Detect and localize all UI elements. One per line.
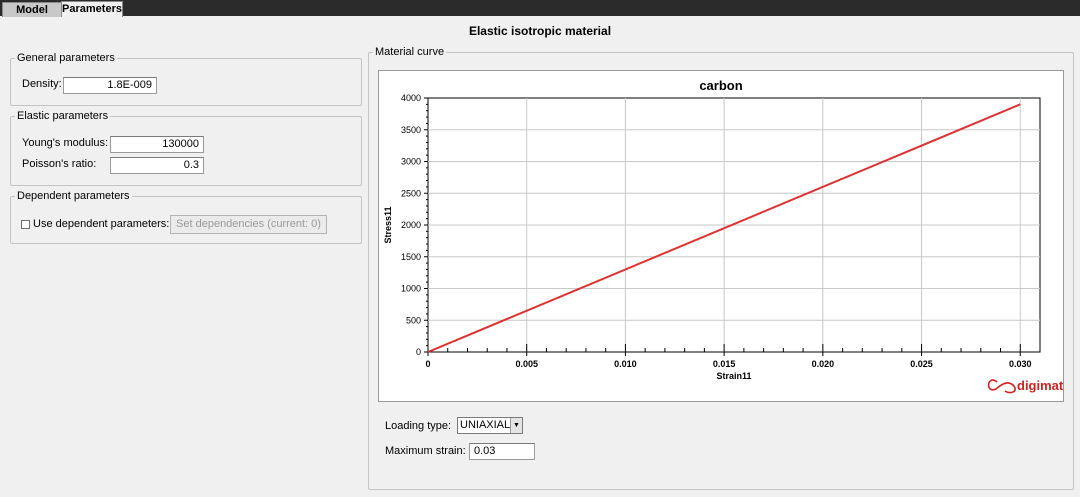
chevron-down-icon[interactable]: ▼ [510, 418, 522, 433]
x-tick-label: 0.005 [515, 359, 538, 369]
chart-frame: carbon 0 500 1000 1500 2000 2500 3000 3500 4000 0… [378, 70, 1064, 402]
digimat-logo-mark [987, 379, 1016, 394]
y-tick-label: 2000 [401, 220, 421, 230]
x-tick-label: 0.010 [614, 359, 637, 369]
y-tick-label: 500 [406, 315, 421, 325]
material-curve-legend: Material curve [375, 46, 445, 58]
tab-bar: Model Parameters [0, 0, 1080, 17]
x-axis-label: Strain11 [716, 371, 751, 381]
loading-type-value: UNIAXIAL_ [460, 419, 517, 431]
density-field[interactable]: 1.8E-009 [63, 77, 157, 94]
y-axis-label: Stress11 [383, 206, 393, 243]
digimat-logo-text: digimat [1017, 378, 1063, 393]
y-tick-label: 1000 [401, 284, 421, 294]
stress-strain-chart: carbon 0 500 1000 1500 2000 2500 3000 3500 4000 0… [383, 78, 1063, 394]
y-tick-label: 3000 [401, 157, 421, 167]
y-tick-label: 2500 [401, 188, 421, 198]
youngs-modulus-label: Young's modulus: [22, 137, 109, 149]
tab-parameters[interactable]: Parameters [61, 1, 123, 17]
maximum-strain-label: Maximum strain: [385, 445, 466, 457]
poissons-ratio-field[interactable]: 0.3 [110, 157, 204, 174]
y-tick-label: 1500 [401, 252, 421, 262]
set-dependencies-button[interactable]: Set dependencies (current: 0) [170, 215, 327, 234]
x-tick-label: 0.015 [713, 359, 736, 369]
loading-type-select[interactable]: UNIAXIAL_ ▼ [457, 417, 523, 434]
dependent-parameters-legend: Dependent parameters [17, 190, 130, 202]
loading-type-label: Loading type: [385, 420, 452, 432]
general-parameters-legend: General parameters [17, 52, 115, 64]
page-title: Elastic isotropic material [468, 24, 612, 38]
poissons-ratio-label: Poisson's ratio: [22, 158, 97, 170]
chart-title: carbon [699, 78, 742, 93]
tab-model[interactable]: Model [2, 2, 62, 17]
x-tick-label: 0.025 [910, 359, 933, 369]
y-tick-label: 0 [416, 347, 421, 357]
y-tick-label: 4000 [401, 93, 421, 103]
tab-model-label: Model [16, 4, 48, 16]
use-dependent-label: Use dependent parameters: [33, 218, 170, 230]
maximum-strain-field[interactable]: 0.03 [469, 443, 535, 460]
elastic-parameters-legend: Elastic parameters [17, 110, 109, 122]
tab-parameters-label: Parameters [62, 3, 122, 15]
x-tick-label: 0.030 [1009, 359, 1032, 369]
x-tick-label: 0 [425, 359, 430, 369]
digimat-logo: digimat [987, 378, 1063, 394]
y-tick-label: 3500 [401, 125, 421, 135]
x-tick-label: 0.020 [812, 359, 835, 369]
density-label: Density: [22, 78, 62, 90]
use-dependent-checkbox[interactable] [21, 220, 30, 229]
youngs-modulus-field[interactable]: 130000 [110, 136, 204, 153]
